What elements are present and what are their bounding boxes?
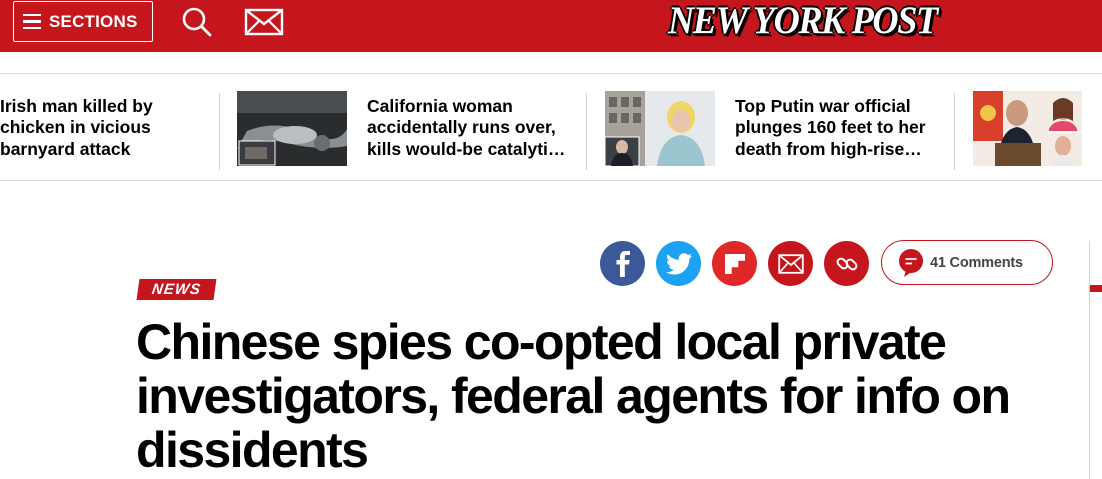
nypost-logo[interactable]: NEW YORK POST xyxy=(668,0,938,43)
article-headline: Chinese spies co-opted local private inv… xyxy=(136,314,1011,478)
email-icon xyxy=(777,253,804,274)
comment-icon xyxy=(899,248,923,277)
twitter-icon xyxy=(665,252,692,275)
sidebar-accent xyxy=(1090,285,1102,292)
divider xyxy=(586,93,587,170)
trending-rail: Irish man killed by chicken in vicious b… xyxy=(0,73,1102,181)
trending-item[interactable]: Top Putin war official plunges 160 feet … xyxy=(605,74,940,182)
comments-button[interactable]: 41 Comments xyxy=(881,240,1053,285)
facebook-share-button[interactable] xyxy=(600,241,645,286)
press-conference-thumbnail xyxy=(973,90,1082,166)
top-header-bar: SECTIONS NEW YORK POST xyxy=(0,0,1102,52)
sections-label: SECTIONS xyxy=(49,11,138,31)
menu-icon xyxy=(23,14,41,29)
sections-button[interactable]: SECTIONS xyxy=(13,1,153,42)
trending-item[interactable]: California woman accidentally runs over,… xyxy=(237,74,572,182)
link-icon xyxy=(836,257,857,270)
comments-count: 41 Comments xyxy=(930,254,1023,271)
section-tag[interactable]: NEWS xyxy=(136,279,217,300)
flipboard-share-button[interactable] xyxy=(712,241,757,286)
trending-title: Irish man killed by chicken in vicious b… xyxy=(0,95,153,159)
facebook-icon xyxy=(616,250,630,277)
divider xyxy=(219,93,220,170)
twitter-share-button[interactable] xyxy=(656,241,701,286)
trending-title: California woman accidentally runs over,… xyxy=(367,95,558,159)
copy-link-button[interactable] xyxy=(824,241,869,286)
sidebar-divider xyxy=(1089,241,1090,479)
official-photo-thumbnail xyxy=(605,90,715,166)
trending-item[interactable] xyxy=(973,74,1082,182)
trending-item[interactable]: Irish man killed by chicken in vicious b… xyxy=(0,74,200,182)
mail-icon[interactable] xyxy=(244,7,284,42)
car-underside-thumbnail xyxy=(237,90,347,166)
trending-title: Top Putin war official plunges 160 feet … xyxy=(735,95,926,159)
email-share-button[interactable] xyxy=(768,241,813,286)
flipboard-icon xyxy=(724,253,745,274)
divider xyxy=(954,93,955,170)
search-icon[interactable] xyxy=(180,5,214,44)
